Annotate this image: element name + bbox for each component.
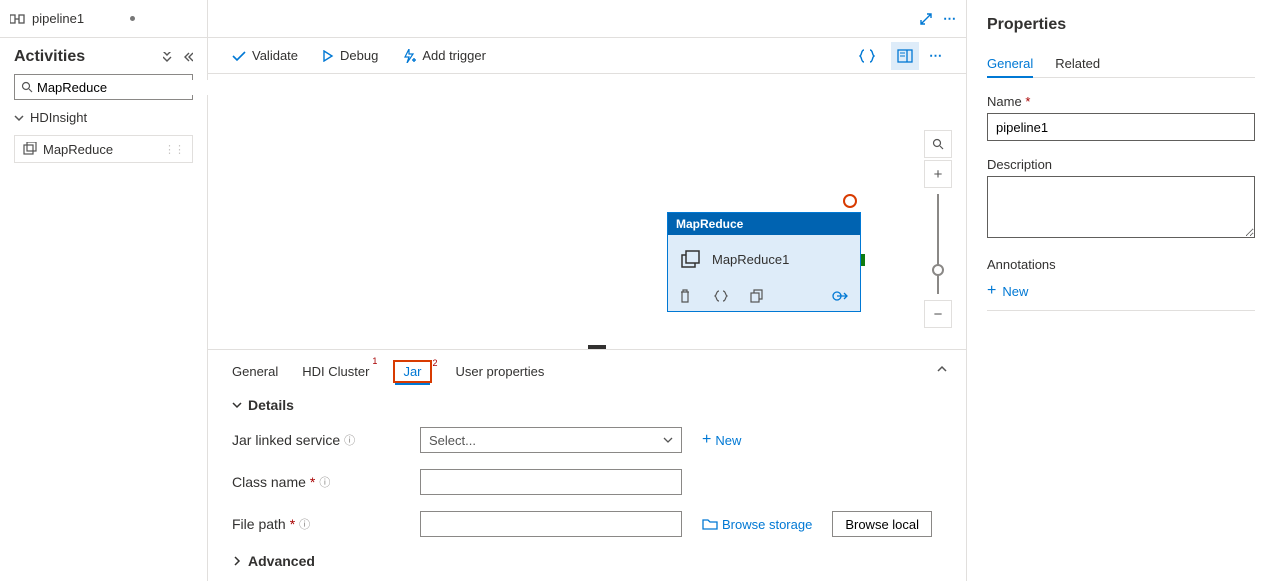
fit-icon[interactable] — [924, 130, 952, 158]
code-icon[interactable] — [714, 290, 728, 302]
activity-item-mapreduce[interactable]: MapReduce ⋮⋮ — [14, 135, 193, 163]
delete-icon[interactable] — [678, 289, 692, 303]
play-icon — [322, 50, 334, 62]
more-icon[interactable]: ⋯ — [943, 11, 956, 27]
activities-header: Activities — [0, 38, 207, 74]
error-badge: 2 — [432, 358, 437, 368]
details-section[interactable]: Details — [232, 397, 942, 413]
activity-search-input[interactable] — [37, 80, 213, 95]
output-icon[interactable] — [832, 290, 850, 302]
group-label: HDInsight — [30, 110, 87, 125]
advanced-section[interactable]: Advanced — [232, 553, 942, 569]
debug-label: Debug — [340, 48, 378, 63]
check-icon — [232, 50, 246, 62]
window-controls: ⋯ — [208, 0, 966, 38]
mapreduce-icon — [680, 249, 702, 269]
chevron-down-icon — [663, 436, 673, 444]
description-label: Description — [987, 157, 1255, 172]
file-path-label: File path * ⓘ — [232, 516, 400, 532]
validate-button[interactable]: Validate — [232, 48, 298, 63]
search-icon — [21, 81, 33, 93]
jar-linked-service-select[interactable]: Select... — [420, 427, 682, 453]
expand-icon[interactable] — [919, 12, 933, 26]
activities-title: Activities — [14, 48, 85, 66]
canvas-zoom-controls: + − — [924, 130, 952, 328]
activity-label: MapReduce — [43, 142, 113, 157]
pipeline-icon — [10, 12, 26, 26]
activity-node-mapreduce[interactable]: MapReduce MapReduce1 — [667, 212, 861, 312]
info-icon[interactable]: ⓘ — [344, 432, 355, 448]
browse-local-button[interactable]: Browse local — [832, 511, 932, 537]
new-linked-service-button[interactable]: + New — [702, 431, 741, 449]
hide-panel-icon[interactable] — [183, 52, 193, 62]
error-badge: 1 — [372, 356, 377, 366]
toolbar-more-icon[interactable]: ⋯ — [929, 48, 942, 64]
unsaved-indicator-icon — [130, 16, 135, 21]
zoom-slider[interactable] — [937, 194, 939, 294]
info-icon[interactable]: ⓘ — [299, 516, 310, 532]
browse-storage-button[interactable]: Browse storage — [702, 517, 812, 532]
properties-toggle-button[interactable] — [891, 42, 919, 70]
new-annotation-button[interactable]: + New — [987, 282, 1255, 311]
zoom-in-button[interactable]: + — [924, 160, 952, 188]
chevron-down-icon — [232, 400, 242, 410]
activity-config-panel: General HDI Cluster 1 Jar 2 User propert… — [208, 349, 966, 581]
description-input[interactable] — [987, 176, 1255, 238]
designer-panel: ⋯ Validate Debug Add trigger — [208, 0, 966, 581]
activity-search[interactable] — [14, 74, 193, 100]
collapse-panel-icon[interactable] — [936, 364, 948, 374]
folder-icon — [702, 518, 718, 530]
properties-tab-general[interactable]: General — [987, 50, 1033, 77]
editor-tab[interactable]: pipeline1 — [10, 11, 135, 26]
add-trigger-button[interactable]: Add trigger — [402, 48, 486, 63]
mapreduce-icon — [23, 142, 37, 156]
properties-title: Properties — [987, 16, 1255, 34]
class-name-label: Class name * ⓘ — [232, 474, 400, 490]
slider-thumb[interactable] — [932, 264, 944, 276]
node-name: MapReduce1 — [712, 252, 789, 267]
activity-group[interactable]: HDInsight — [0, 100, 207, 129]
add-trigger-label: Add trigger — [422, 48, 486, 63]
info-icon[interactable]: ⓘ — [319, 474, 330, 490]
validate-label: Validate — [252, 48, 298, 63]
tab-jar[interactable]: Jar 2 — [393, 360, 431, 383]
debug-button[interactable]: Debug — [322, 48, 378, 63]
tab-title: pipeline1 — [32, 11, 84, 26]
file-path-input[interactable] — [420, 511, 682, 537]
properties-tab-related[interactable]: Related — [1055, 50, 1100, 77]
chevron-down-icon — [14, 113, 24, 123]
copy-icon[interactable] — [750, 289, 764, 303]
pipeline-name-input[interactable] — [987, 113, 1255, 141]
drag-grip-icon: ⋮⋮ — [164, 143, 184, 156]
properties-panel: Properties General Related Name * Descri… — [966, 0, 1275, 581]
validation-error-icon — [843, 194, 857, 208]
config-tabs: General HDI Cluster 1 Jar 2 User propert… — [232, 360, 942, 383]
name-label: Name * — [987, 94, 1255, 109]
pipeline-canvas[interactable]: MapReduce MapReduce1 — [208, 74, 966, 349]
activities-sidebar: pipeline1 Activities — [0, 0, 208, 581]
node-type-label: MapReduce — [668, 213, 860, 235]
editor-tab-bar: pipeline1 — [0, 0, 207, 38]
annotations-label: Annotations — [987, 257, 1255, 272]
tab-hdi-cluster[interactable]: HDI Cluster 1 — [302, 360, 369, 383]
json-view-button[interactable] — [853, 42, 881, 70]
zoom-out-button[interactable]: − — [924, 300, 952, 328]
collapse-all-icon[interactable] — [163, 52, 175, 62]
pipeline-toolbar: Validate Debug Add trigger — [208, 38, 966, 74]
chevron-right-icon — [232, 556, 242, 566]
trigger-icon — [402, 49, 416, 63]
jar-linked-service-label: Jar linked service ⓘ — [232, 432, 400, 448]
tab-user-properties[interactable]: User properties — [456, 360, 545, 383]
tab-general[interactable]: General — [232, 360, 278, 383]
class-name-input[interactable] — [420, 469, 682, 495]
